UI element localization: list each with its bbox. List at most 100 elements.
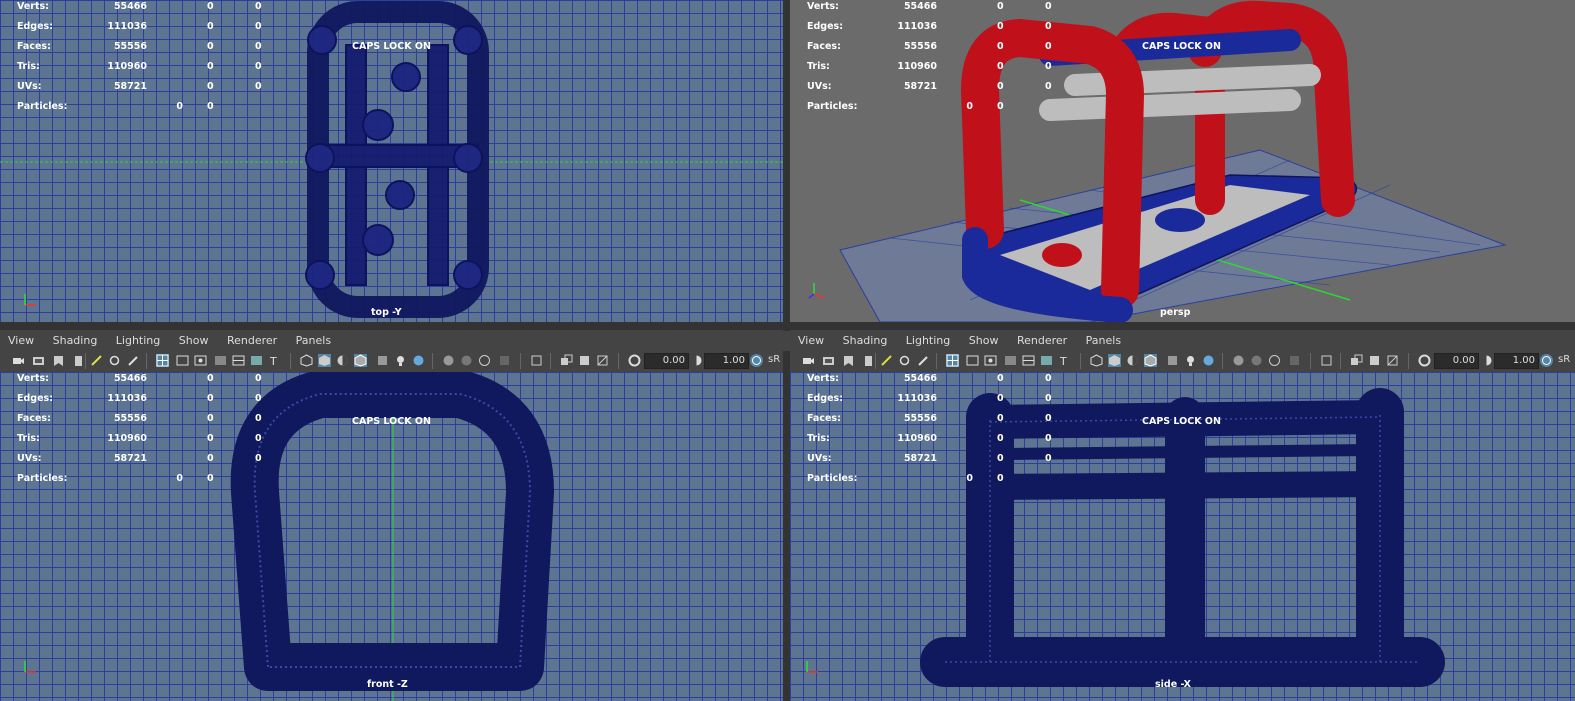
resolution-gate-icon[interactable] (194, 354, 207, 367)
faces-other: 0 (1045, 41, 1052, 52)
uvs-value: 58721 (113, 453, 147, 464)
field-chart-icon[interactable] (232, 354, 245, 367)
xray-icon[interactable] (560, 354, 573, 367)
viewport-name: front -Z (367, 679, 408, 690)
viewport-side[interactable]: Verts: 55466 0 0 Edges: 111036 0 0 Faces: 55556… (790, 372, 1575, 701)
motion-blur-icon[interactable] (1250, 354, 1263, 367)
use-default-material-icon[interactable] (1166, 354, 1179, 367)
exposure-icon[interactable] (628, 354, 641, 367)
menu-view[interactable]: View (8, 331, 34, 351)
depth-of-field-icon[interactable] (1288, 354, 1301, 367)
film-icon[interactable] (32, 354, 45, 367)
color-management-icon[interactable] (750, 354, 763, 367)
poly-count-hud: Verts: 55466 0 0 Edges: 111036 0 0 Faces: 55556… (807, 372, 1067, 492)
menu-panels[interactable]: Panels (296, 331, 331, 351)
lock-camera-icon[interactable] (72, 354, 85, 367)
shaded-icon[interactable] (318, 354, 331, 367)
viewport-persp[interactable]: Verts: 55466 0 0 Edges: 111036 0 0 Faces: 55556… (790, 0, 1575, 322)
menu-lighting[interactable]: Lighting (906, 331, 950, 351)
bookmark-icon[interactable] (52, 354, 65, 367)
light-icon[interactable] (1184, 354, 1197, 367)
anti-aliasing-icon[interactable] (478, 354, 491, 367)
textured-icon[interactable] (336, 354, 349, 367)
safe-action-icon[interactable] (1040, 354, 1053, 367)
viewport-top[interactable]: Verts: 55466 0 0 Edges: 111036 0 0 Faces: 55556… (0, 0, 783, 322)
caps-lock-indicator: CAPS LOCK ON (1142, 416, 1221, 427)
resolution-gate-icon[interactable] (984, 354, 997, 367)
menu-panels[interactable]: Panels (1086, 331, 1121, 351)
xray-active-components-icon[interactable] (578, 354, 591, 367)
uvs-other: 0 (1045, 81, 1052, 92)
camera-icon[interactable] (802, 354, 815, 367)
wireframe-on-shaded-icon[interactable] (354, 354, 367, 367)
exposure-field[interactable]: 0.00 (1434, 353, 1479, 369)
film-gate-icon[interactable] (176, 354, 189, 367)
faces-label: Faces: (17, 41, 51, 52)
film-gate-icon[interactable] (966, 354, 979, 367)
uvs-selected: 0 (207, 453, 214, 464)
light-icon[interactable] (394, 354, 407, 367)
viewport-front[interactable]: Verts: 55466 0 0 Edges: 111036 0 0 Faces: 55556… (0, 372, 783, 701)
depth-of-field-icon[interactable] (498, 354, 511, 367)
shaded-icon[interactable] (1108, 354, 1121, 367)
shadows-icon[interactable] (1202, 354, 1215, 367)
isolate-icon[interactable] (530, 354, 543, 367)
camera-icon[interactable] (12, 354, 25, 367)
menu-shading[interactable]: Shading (843, 331, 888, 351)
exposure-field[interactable]: 0.00 (644, 353, 689, 369)
lock-camera-icon[interactable] (862, 354, 875, 367)
gamma-field[interactable]: 1.00 (1494, 353, 1539, 369)
field-chart-icon[interactable] (1022, 354, 1035, 367)
verts-selected: 0 (207, 373, 214, 384)
faces-selected: 0 (207, 41, 214, 52)
xray-active-components-icon[interactable] (1368, 354, 1381, 367)
gate-mask-icon[interactable] (1004, 354, 1017, 367)
color-management-icon[interactable] (1540, 354, 1553, 367)
brush-icon[interactable] (916, 354, 929, 367)
edges-value: 111036 (897, 21, 937, 32)
srgb-label: sR (1558, 354, 1571, 365)
xray-joints-icon[interactable] (1386, 354, 1399, 367)
gamma-icon[interactable] (690, 354, 703, 367)
verts-label: Verts: (17, 1, 49, 12)
grid-icon[interactable] (946, 354, 959, 367)
srgb-label: sR (768, 354, 781, 365)
safe-title-icon[interactable]: T (268, 354, 281, 367)
gate-mask-icon[interactable] (214, 354, 227, 367)
isolate-icon[interactable] (1320, 354, 1333, 367)
wireframe-icon[interactable] (1090, 354, 1103, 367)
exposure-icon[interactable] (1418, 354, 1431, 367)
menu-shading[interactable]: Shading (53, 331, 98, 351)
shadows-icon[interactable] (412, 354, 425, 367)
gamma-field[interactable]: 1.00 (704, 353, 749, 369)
safe-action-icon[interactable] (250, 354, 263, 367)
menu-view[interactable]: View (798, 331, 824, 351)
safe-title-icon[interactable]: T (1058, 354, 1071, 367)
wireframe-on-shaded-icon[interactable] (1144, 354, 1157, 367)
pivot-icon[interactable] (108, 354, 121, 367)
xray-icon[interactable] (1350, 354, 1363, 367)
move-tool-icon[interactable] (880, 354, 893, 367)
use-default-material-icon[interactable] (376, 354, 389, 367)
anti-aliasing-icon[interactable] (1268, 354, 1281, 367)
film-icon[interactable] (822, 354, 835, 367)
edges-selected: 0 (207, 393, 214, 404)
pivot-icon[interactable] (898, 354, 911, 367)
menu-renderer[interactable]: Renderer (1017, 331, 1067, 351)
svg-text:T: T (269, 355, 277, 367)
brush-icon[interactable] (126, 354, 139, 367)
menu-show[interactable]: Show (179, 331, 209, 351)
menu-lighting[interactable]: Lighting (116, 331, 160, 351)
move-tool-icon[interactable] (90, 354, 103, 367)
motion-blur-icon[interactable] (460, 354, 473, 367)
menu-show[interactable]: Show (969, 331, 999, 351)
menu-renderer[interactable]: Renderer (227, 331, 277, 351)
screen-space-ao-icon[interactable] (1232, 354, 1245, 367)
xray-joints-icon[interactable] (596, 354, 609, 367)
grid-icon[interactable] (156, 354, 169, 367)
gamma-icon[interactable] (1480, 354, 1493, 367)
textured-icon[interactable] (1126, 354, 1139, 367)
screen-space-ao-icon[interactable] (442, 354, 455, 367)
bookmark-icon[interactable] (842, 354, 855, 367)
wireframe-icon[interactable] (300, 354, 313, 367)
